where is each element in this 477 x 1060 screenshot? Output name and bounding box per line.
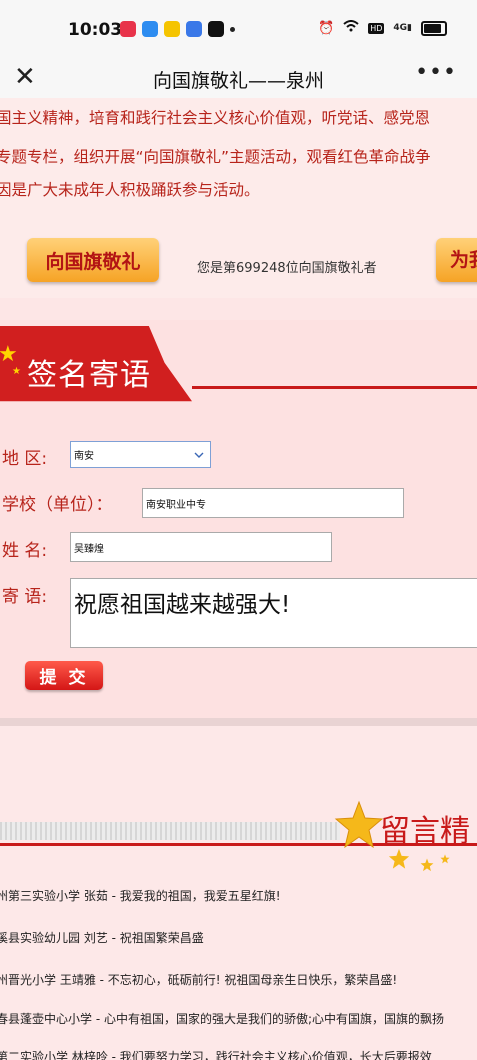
intro-section: 国主义精神，培育和践行社会主义核心价值观，听党话、感党恩 专题专栏，组织开展“向… (0, 98, 477, 298)
heading-stripe (0, 822, 340, 840)
intro-line-2: 专题专栏，组织开展“向国旗敬礼”主题活动，观看红色革命战争 (0, 148, 431, 166)
message-row: 第二实验小学 林梓呤 - 我们要努力学习，践行社会主义核心价值观，长大后要报效 (0, 1050, 432, 1060)
school-input[interactable]: 南安职业中专 (142, 488, 404, 518)
intro-line-3: 因是广大未成年人积极踊跃参与活动。 (0, 181, 260, 199)
message-textarea[interactable]: 祝愿祖国越来越强大! (70, 578, 477, 648)
status-time: 10:03 (68, 20, 123, 40)
submit-button[interactable]: 提 交 (25, 661, 103, 690)
sign-heading: 签名寄语 (27, 358, 151, 393)
message-row: 州晋光小学 王靖雅 - 不忘初心，砥砺前行! 祝祖国母亲生日快乐，繁荣昌盛! (0, 973, 398, 987)
signal-icon: 4G▮ (393, 23, 412, 33)
school-label: 学校（单位）： (2, 495, 113, 515)
messages-section: 留言精 州第三实验小学 张茹 - 我爱我的祖国，我爱五星红旗! 溪县实验幼儿园 … (0, 726, 477, 1060)
messages-heading: 留言精 (380, 814, 470, 849)
status-bar: 10:03 ⏰ HD 4G▮ (0, 0, 477, 58)
battery-icon (421, 20, 447, 36)
name-label: 姓 名: (2, 541, 48, 561)
salute-count-text: 您是第699248位向国旗敬礼者 (197, 261, 377, 276)
intro-line-1: 国主义精神，培育和践行社会主义核心价值观，听党话、感党恩 (0, 109, 431, 127)
region-value: 南安 (74, 451, 94, 462)
region-label: 地 区: (2, 449, 48, 469)
message-row: 春县蓬壶中心小学 - 心中有祖国，国家的强大是我们的骄傲;心中有国旗，国旗的飘扬 (0, 1012, 445, 1026)
chevron-down-icon (194, 452, 204, 458)
page-content[interactable]: 国主义精神，培育和践行社会主义核心价值观，听党话、感党恩 专题专栏，组织开展“向… (0, 98, 477, 1060)
message-row: 溪县实验幼儿园 刘艺 - 祝祖国繁荣昌盛 (0, 931, 204, 945)
message-notification-icon (164, 21, 180, 37)
region-select[interactable]: 南安 (70, 441, 211, 468)
name-value: 吴臻煌 (74, 543, 104, 555)
sign-section: ★ ★ 签名寄语 地 区: 南安 学校（单位）： 南安职业中专 姓 名: 吴臻煌… (0, 320, 477, 718)
small-star-icon (388, 848, 410, 869)
section-divider (0, 718, 477, 726)
system-icons: ⏰ HD 4G▮ (318, 20, 447, 36)
gold-star-icon (334, 800, 384, 849)
hd-icon: HD (368, 22, 385, 34)
heading-underline (192, 386, 477, 389)
school-value: 南安职业中专 (146, 499, 206, 511)
more-notifications-dot (230, 27, 235, 32)
app-notification-icon (120, 21, 136, 37)
browser-notification-icon (142, 21, 158, 37)
salute-flag-button[interactable]: 向国旗敬礼 (27, 238, 159, 282)
small-star-icon (420, 858, 434, 872)
small-star-icon: ★ (12, 366, 21, 377)
page-title: 向国旗敬礼——泉州 (152, 70, 324, 92)
paw-notification-icon (186, 21, 202, 37)
small-star-icon (440, 854, 450, 864)
network-type: 4G (393, 23, 408, 33)
message-value: 祝愿祖国越来越强大! (74, 592, 291, 618)
name-input[interactable]: 吴臻煌 (70, 532, 332, 562)
nav-bar: ✕ 向国旗敬礼——泉州 ••• (0, 58, 477, 98)
notification-icons (120, 21, 235, 37)
tiktok-notification-icon (208, 21, 224, 37)
message-row: 州第三实验小学 张茹 - 我爱我的祖国，我爱五星红旗! (0, 889, 281, 903)
alarm-icon: ⏰ (318, 20, 335, 36)
star-icon: ★ (0, 342, 18, 367)
more-options-icon[interactable]: ••• (415, 60, 457, 85)
wifi-icon (343, 20, 359, 36)
message-label: 寄 语: (2, 587, 48, 607)
right-partial-button[interactable]: 为我 (436, 238, 477, 282)
